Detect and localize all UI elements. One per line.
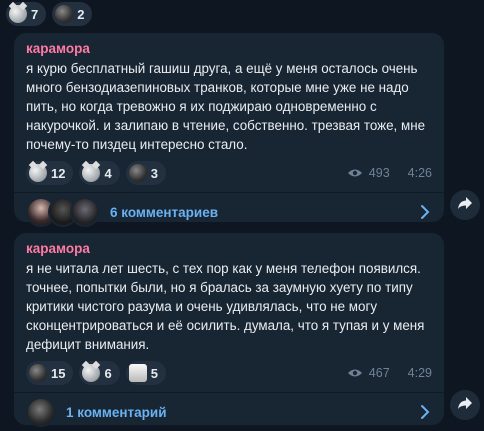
channel-post: карамора я курю бесплатный гашиш друга, … [14,33,444,227]
chevron-right-icon [420,404,430,423]
reaction-count: 2 [77,6,85,22]
avatar [26,397,56,427]
reaction-count: 7 [31,6,39,22]
cat-emoji-icon [82,364,101,382]
cat-emoji-icon [29,164,47,182]
reaction-pill[interactable]: 7 [6,2,47,26]
commenter-avatars [26,197,100,227]
eye-icon [347,168,363,178]
reaction-pill[interactable]: 6 [79,361,120,385]
skull-emoji-icon [82,164,101,182]
post-time: 4:29 [407,366,432,380]
share-button[interactable] [450,190,480,220]
comments-button[interactable]: 6 комментариев [14,193,444,231]
reaction-pill[interactable]: 5 [125,361,166,385]
reaction-count: 3 [150,165,158,181]
comments-count: 1 комментарий [66,404,167,420]
post-author[interactable]: карамора [26,241,432,256]
reaction-pill[interactable]: 3 [125,161,166,185]
face-emoji-icon [128,164,147,182]
share-arrow-icon [457,396,473,415]
sticker-emoji-icon [128,364,147,382]
reaction-pill[interactable]: 4 [79,161,120,185]
previous-post-reactions: 7 2 [6,2,93,26]
reaction-count: 6 [104,365,112,381]
cat-emoji-icon [9,5,27,23]
comments-count: 6 комментариев [110,204,219,220]
post-stats: 467 4:29 [347,366,432,380]
post-text: я курю бесплатный гашиш друга, а ещё у м… [26,61,426,152]
post-text: я не читала лет шесть, с тех пор как у м… [26,261,425,352]
face-emoji-icon [29,364,47,382]
reaction-pill[interactable]: 2 [52,2,93,26]
channel-post: карамора я не читала лет шесть, с тех по… [14,233,444,427]
avatar [70,197,100,227]
reaction-count: 5 [150,365,158,381]
face-emoji-icon [55,5,74,23]
post-stats: 493 4:26 [347,166,432,180]
reaction-pill[interactable]: 15 [26,361,74,385]
share-arrow-icon [457,196,473,215]
reaction-pill[interactable]: 12 [26,161,74,185]
reaction-count: 15 [51,365,66,381]
reaction-count: 4 [104,165,112,181]
commenter-avatars [26,397,56,427]
chevron-right-icon [420,204,430,223]
post-time: 4:26 [407,166,432,180]
eye-icon [347,368,363,378]
share-button[interactable] [450,390,480,420]
comments-button[interactable]: 1 комментарий [14,393,444,431]
view-count: 467 [368,366,390,380]
reaction-count: 12 [51,165,66,181]
post-author[interactable]: карамора [26,41,432,56]
view-count: 493 [368,166,390,180]
